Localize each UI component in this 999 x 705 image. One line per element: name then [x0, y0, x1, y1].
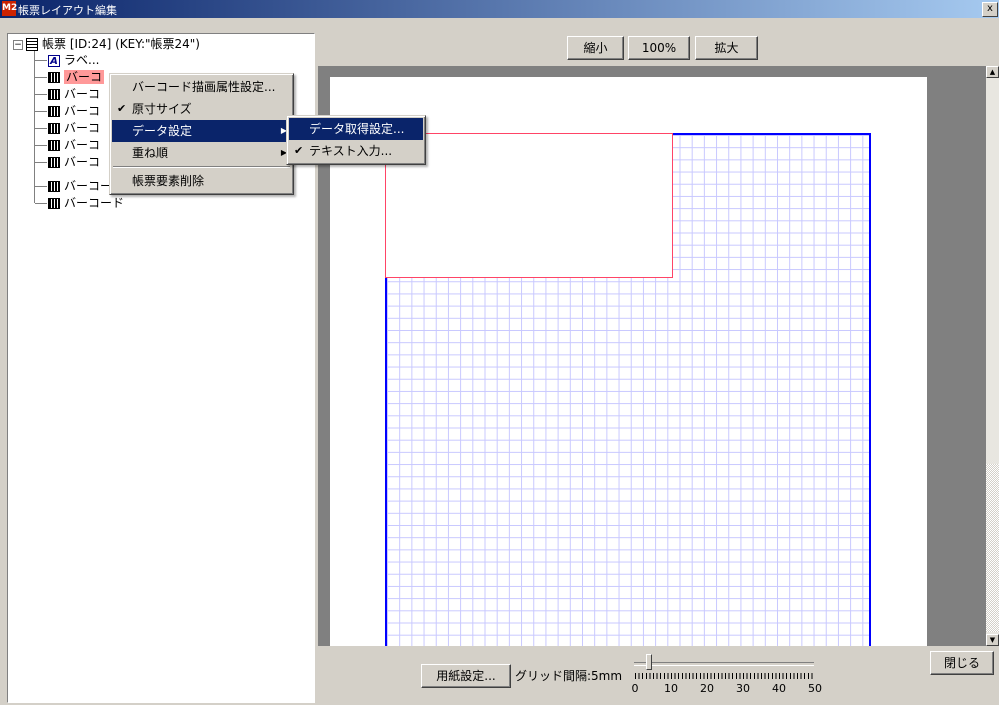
- tree-item-barcode-selected[interactable]: バーコ: [48, 69, 105, 85]
- menu-item-actual-size[interactable]: ✔ 原寸サイズ: [112, 98, 291, 120]
- tree-item-label[interactable]: A ラベ...: [48, 52, 99, 68]
- menu-separator: [113, 166, 290, 168]
- menu-item-delete-element[interactable]: 帳票要素削除: [112, 170, 291, 192]
- title-bar: M2 帳票レイアウト編集 x: [0, 0, 999, 18]
- barcode-icon: [48, 198, 60, 209]
- tree-item-text: バーコ: [64, 87, 101, 101]
- menu-item-text-input[interactable]: ✔ テキスト入力...: [289, 140, 423, 162]
- menu-item-label: 原寸サイズ: [132, 102, 192, 116]
- slider-tick-label: 30: [736, 682, 750, 695]
- tree-item-text: バーコ: [64, 155, 101, 169]
- barcode-icon: [48, 140, 60, 151]
- scroll-up-button[interactable]: ▲: [986, 66, 999, 78]
- paper-settings-button[interactable]: 用紙設定...: [421, 664, 511, 688]
- menu-item-label: 重ね順: [132, 146, 169, 160]
- grid-interval-slider[interactable]: [634, 662, 814, 666]
- window-title: 帳票レイアウト編集: [18, 4, 117, 17]
- submenu-data-settings: データ取得設定... ✔ テキスト入力...: [286, 115, 426, 165]
- slider-tick-label: 50: [808, 682, 822, 695]
- tree-item-text: バーコ: [64, 121, 101, 135]
- tree-item-barcode[interactable]: バーコ: [48, 86, 100, 102]
- barcode-icon: [48, 72, 60, 83]
- tree-item-text: ラベ...: [64, 53, 100, 67]
- tree-item-text: バーコード: [64, 196, 125, 210]
- collapse-icon[interactable]: −: [13, 40, 23, 50]
- menu-item-stack-order[interactable]: 重ね順 ▶: [112, 142, 291, 164]
- barcode-icon: [48, 106, 60, 117]
- tree-item-barcode[interactable]: バーコード: [48, 195, 124, 211]
- app-icon: M2: [2, 1, 17, 16]
- menu-item-data-settings[interactable]: データ設定 ▶: [112, 120, 291, 142]
- close-button[interactable]: 閉じる: [930, 651, 994, 675]
- tree-item-barcode[interactable]: バーコ: [48, 103, 100, 119]
- tree-item-text: バーコ: [64, 138, 101, 152]
- slider-tick-label: 10: [664, 682, 678, 695]
- zoom-in-button[interactable]: 拡大: [695, 36, 758, 60]
- slider-ticks: [635, 673, 815, 679]
- scroll-down-button[interactable]: ▼: [986, 634, 999, 646]
- scroll-thumb[interactable]: [986, 464, 999, 632]
- slider-tick-label: 0: [631, 682, 639, 695]
- menu-item-label: データ取得設定...: [309, 122, 405, 136]
- barcode-icon: [48, 89, 60, 100]
- menu-item-label: 帳票要素削除: [132, 174, 205, 188]
- bottom-toolbar: 用紙設定... グリッド間隔:5mm 0 10 20 30 40 50 閉じる: [316, 646, 999, 705]
- slider-tick-label: 20: [700, 682, 714, 695]
- tree-connector: [34, 45, 35, 203]
- check-icon: ✔: [294, 144, 304, 157]
- slider-thumb[interactable]: [646, 654, 652, 670]
- tree-item-barcode[interactable]: バーコ: [48, 137, 100, 153]
- zoom-out-button[interactable]: 縮小: [567, 36, 624, 60]
- slider-tick-label: 40: [772, 682, 786, 695]
- barcode-icon: [48, 157, 60, 168]
- menu-item-label: バーコード描画属性設定...: [132, 80, 276, 94]
- document-icon: [26, 38, 38, 51]
- check-icon: ✔: [117, 102, 127, 115]
- zoom-100-button[interactable]: 100%: [628, 36, 690, 60]
- menu-item-data-fetch-settings[interactable]: データ取得設定...: [289, 118, 423, 140]
- label-icon: A: [48, 54, 60, 67]
- barcode-element[interactable]: [385, 133, 673, 278]
- menu-item-label: データ設定: [132, 124, 193, 138]
- tree-item-barcode[interactable]: バーコ: [48, 120, 100, 136]
- barcode-icon: [48, 181, 60, 192]
- grid-interval-label: グリッド間隔:5mm: [515, 669, 623, 683]
- tree-item-text: バーコ: [64, 104, 101, 118]
- tree-item-text: バーコ: [64, 70, 105, 84]
- menu-item-label: テキスト入力...: [309, 144, 393, 158]
- zoom-toolbar: 縮小 100% 拡大: [316, 33, 999, 61]
- tree-root-label: 帳票 [ID:24] (KEY:"帳票24"): [42, 37, 200, 51]
- tree-item-barcode[interactable]: バーコ: [48, 154, 100, 170]
- vertical-scrollbar[interactable]: ▲ ▼: [986, 66, 999, 646]
- close-window-button[interactable]: x: [982, 2, 998, 17]
- menu-item-barcode-attributes[interactable]: バーコード描画属性設定...: [112, 76, 291, 98]
- context-menu: バーコード描画属性設定... ✔ 原寸サイズ データ設定 ▶ 重ね順 ▶ 帳票要素削除: [109, 73, 294, 195]
- barcode-icon: [48, 123, 60, 134]
